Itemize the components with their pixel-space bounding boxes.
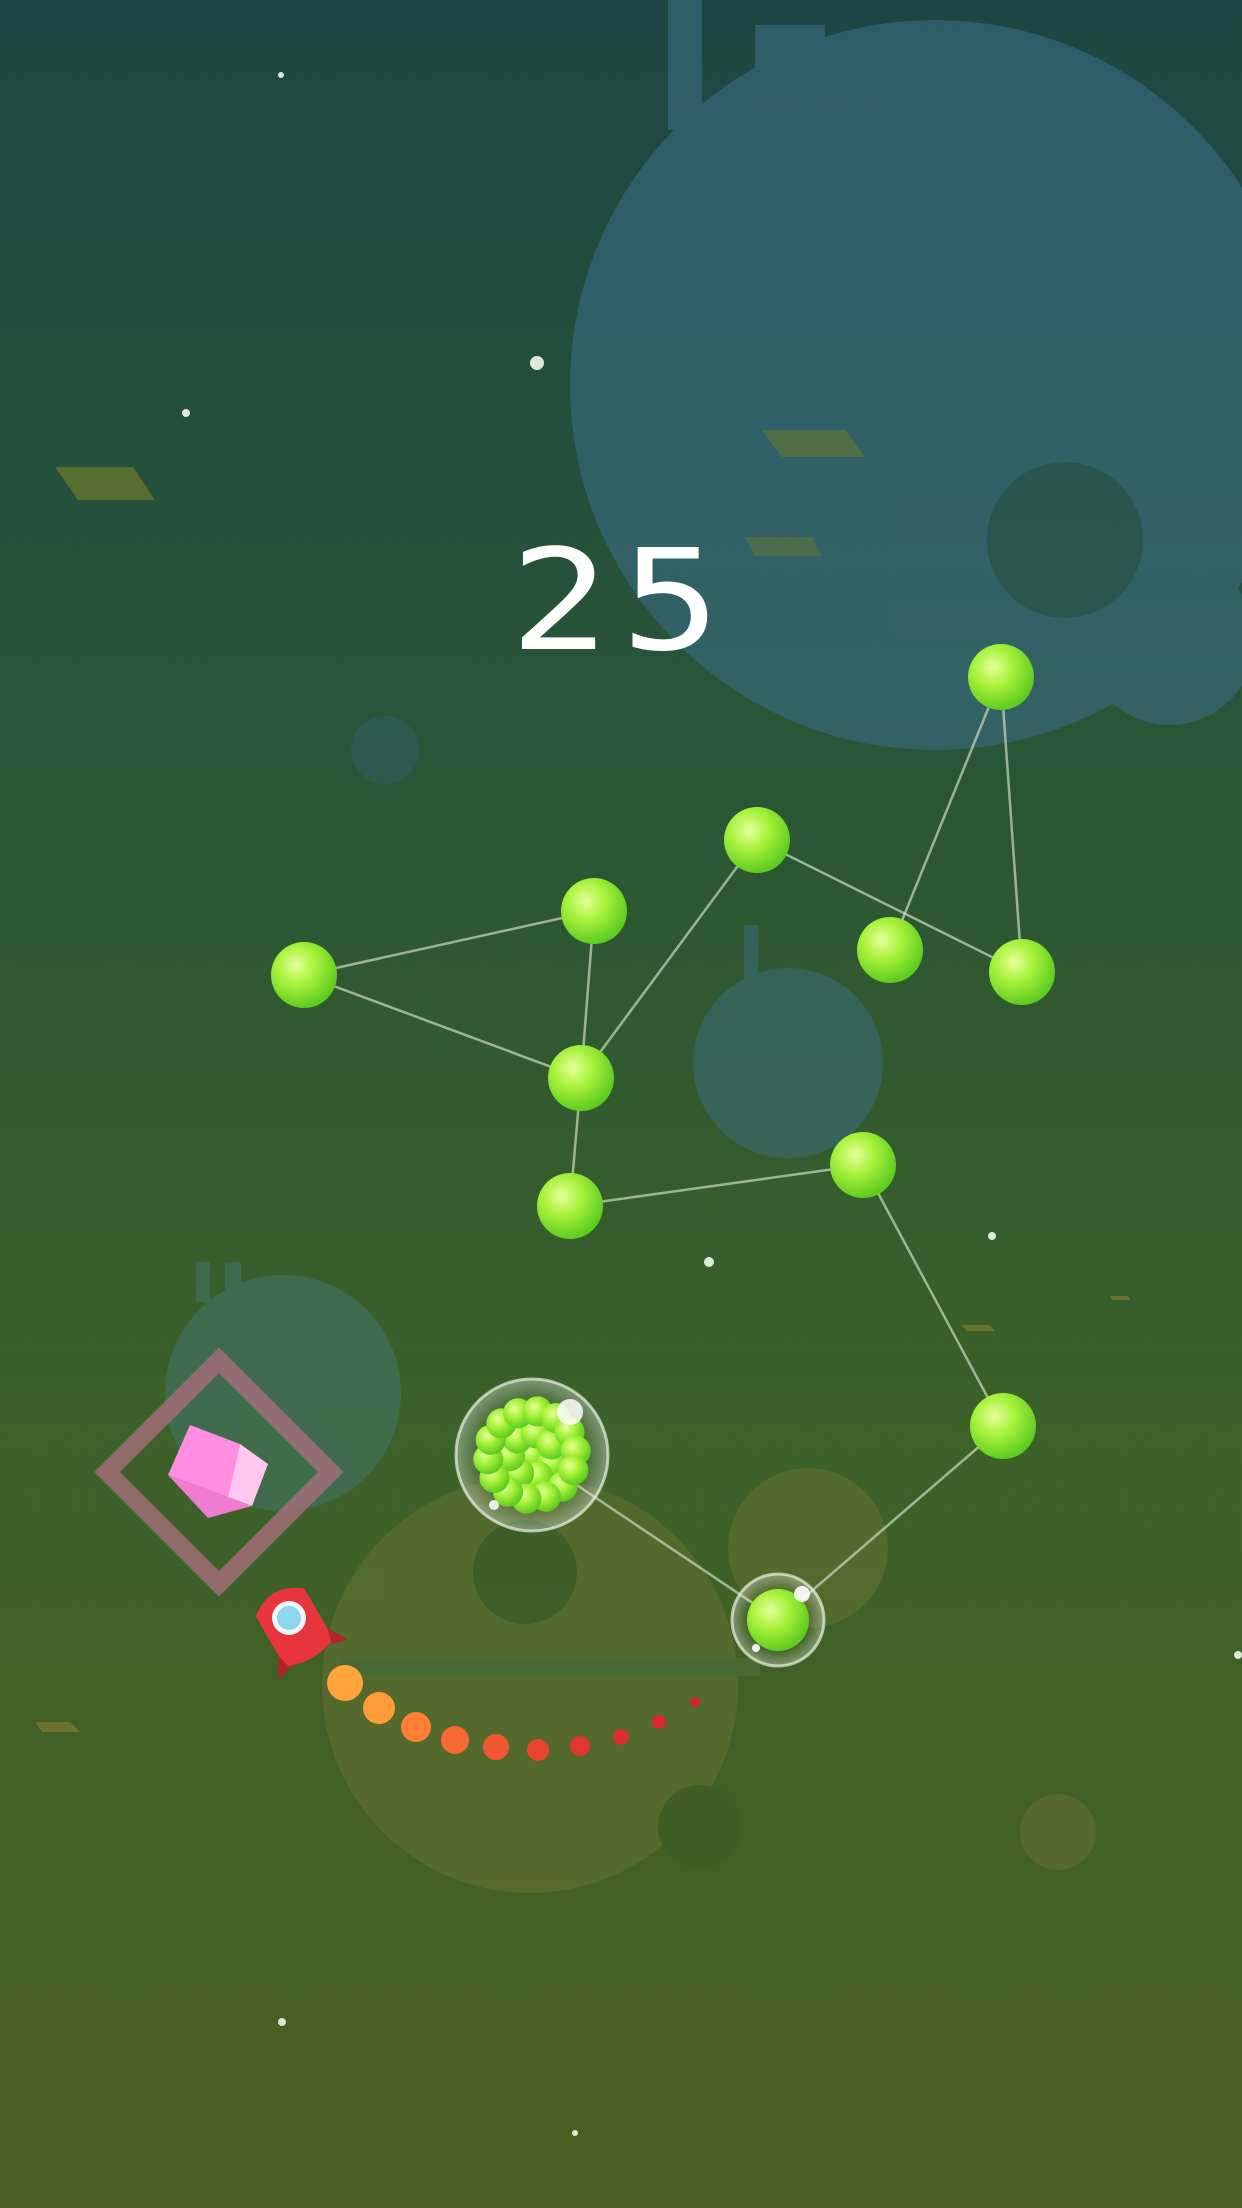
green-orb[interactable] <box>857 917 923 983</box>
green-orb[interactable] <box>724 807 790 873</box>
small-planet-left <box>351 716 419 784</box>
trail-dot <box>690 1697 700 1707</box>
trail-dot <box>613 1729 629 1745</box>
trail-dot <box>570 1736 590 1756</box>
trail-dot <box>483 1734 509 1760</box>
green-orb[interactable] <box>537 1173 603 1239</box>
green-orb[interactable] <box>989 939 1055 1005</box>
trail-dot <box>527 1739 549 1761</box>
floating-debris <box>35 1722 80 1732</box>
floating-debris <box>1110 1296 1130 1300</box>
game-scene[interactable] <box>0 0 1242 2208</box>
green-orb[interactable] <box>548 1045 614 1111</box>
small-planet-center <box>693 925 883 1158</box>
trail-dot <box>441 1726 469 1754</box>
trail-dot <box>401 1712 431 1742</box>
green-orb[interactable] <box>561 878 627 944</box>
score-counter: 25 <box>509 520 733 683</box>
floating-debris <box>962 1325 995 1331</box>
background-scenery <box>35 0 1242 2136</box>
small-planet-bottom-right <box>1020 1794 1096 1870</box>
cluster-orb <box>558 1455 589 1486</box>
orb-connections <box>303 676 1024 1622</box>
floating-debris <box>55 467 155 500</box>
bubble-orb-icon[interactable] <box>730 1572 826 1668</box>
green-orb[interactable] <box>830 1132 896 1198</box>
trail-dot <box>327 1665 363 1701</box>
green-orb[interactable] <box>271 942 337 1008</box>
green-orb[interactable] <box>970 1393 1036 1459</box>
planet-bottom <box>322 1468 888 1893</box>
trail-dot <box>652 1715 666 1729</box>
trail-dot <box>363 1692 395 1724</box>
orb-cluster-icon[interactable] <box>454 1377 610 1533</box>
